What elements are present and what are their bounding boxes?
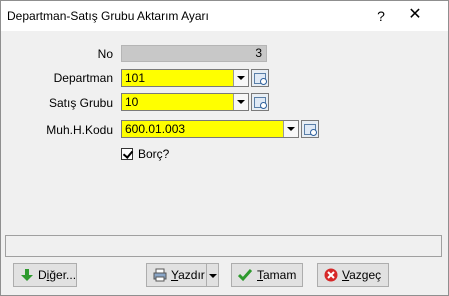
satis-grubu-combo[interactable]: 10 bbox=[121, 93, 249, 111]
chevron-down-icon[interactable] bbox=[233, 70, 248, 86]
no-value: 3 bbox=[255, 46, 262, 60]
departman-lookup-button[interactable] bbox=[251, 69, 269, 87]
vazgec-button[interactable]: Vazgeç bbox=[317, 263, 389, 287]
dialog-window: Departman-Satış Grubu Aktarım Ayarı ? ✕ … bbox=[0, 0, 449, 296]
departman-label: Departman bbox=[53, 71, 113, 85]
yazdir-dropdown-button[interactable] bbox=[206, 263, 219, 287]
departman-combo[interactable]: 101 bbox=[121, 69, 249, 87]
satis-grubu-value: 10 bbox=[125, 95, 139, 109]
borc-label: Borç? bbox=[138, 147, 170, 161]
chevron-down-icon[interactable] bbox=[233, 94, 248, 110]
no-label: No bbox=[97, 47, 113, 61]
tamam-label: Tamam bbox=[257, 268, 297, 282]
window-title: Departman-Satış Grubu Aktarım Ayarı bbox=[7, 9, 209, 23]
muh-kodu-label: Muh.H.Kodu bbox=[46, 123, 113, 137]
departman-value: 101 bbox=[125, 71, 146, 85]
title-bar: Departman-Satış Grubu Aktarım Ayarı ? ✕ bbox=[1, 1, 448, 31]
diger-label: Diğer... bbox=[38, 268, 77, 282]
help-button[interactable]: ? bbox=[371, 6, 391, 26]
tamam-button[interactable]: Tamam bbox=[231, 263, 303, 287]
chevron-down-icon[interactable] bbox=[283, 121, 298, 137]
red-cancel-icon bbox=[324, 268, 338, 282]
magnifier-icon bbox=[260, 102, 267, 109]
green-check-icon bbox=[238, 269, 252, 282]
muh-kodu-combo[interactable]: 600.01.003 bbox=[121, 120, 299, 138]
yazdir-button[interactable]: Yazdır bbox=[146, 263, 207, 287]
muh-kodu-value: 600.01.003 bbox=[125, 122, 186, 136]
magnifier-icon bbox=[260, 78, 267, 85]
borc-checkbox[interactable] bbox=[121, 148, 133, 160]
diger-button[interactable]: Diğer... bbox=[13, 263, 77, 287]
vazgec-label: Vazgeç bbox=[342, 268, 382, 282]
green-down-arrow-icon bbox=[21, 269, 33, 281]
close-button[interactable]: ✕ bbox=[405, 5, 425, 25]
magnifier-icon bbox=[310, 129, 317, 136]
satis-grubu-lookup-button[interactable] bbox=[251, 93, 269, 111]
status-bar bbox=[5, 235, 442, 257]
muh-kodu-lookup-button[interactable] bbox=[301, 120, 319, 138]
printer-icon bbox=[153, 268, 167, 282]
satis-grubu-label: Satış Grubu bbox=[48, 96, 113, 110]
no-field: 3 bbox=[121, 45, 267, 62]
dialog-body: No 3 Departman 101 Satış Grubu 10 Muh.H.… bbox=[1, 31, 448, 295]
yazdir-label: Yazdır bbox=[171, 268, 205, 282]
